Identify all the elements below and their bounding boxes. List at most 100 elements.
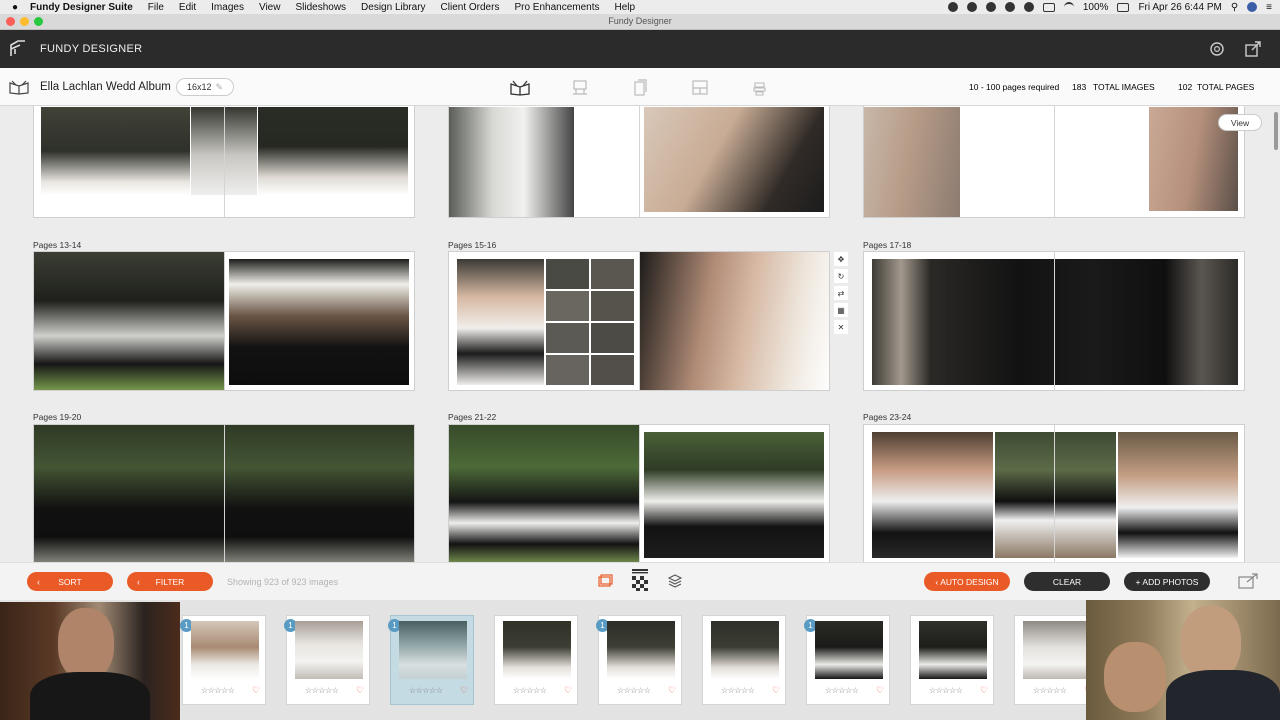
spread-photo[interactable] [546, 355, 589, 385]
sort-button[interactable]: ‹ SORT [27, 572, 113, 591]
filmstrip-thumbnail[interactable]: 1 ☆☆☆☆☆ ♡ [804, 615, 890, 705]
checker-grid-icon[interactable] [632, 569, 648, 591]
spread-pages-17-18[interactable] [863, 251, 1245, 391]
filmstrip-thumbnail-selected[interactable]: 1 ☆☆☆☆☆ ♡ [388, 615, 474, 705]
menu-edit[interactable]: Edit [179, 2, 196, 13]
spread-photo[interactable] [644, 107, 824, 212]
filmstrip-thumbnail[interactable]: 1 ☆☆☆☆☆ ♡ [596, 615, 682, 705]
menu-design-library[interactable]: Design Library [361, 2, 425, 13]
shuffle-icon[interactable]: ⇄ [834, 286, 848, 300]
star-rating[interactable]: ☆☆☆☆☆ [825, 686, 859, 695]
menu-help[interactable]: Help [615, 2, 636, 13]
spread-photo[interactable] [864, 107, 960, 217]
star-rating[interactable]: ☆☆☆☆☆ [305, 686, 339, 695]
export-icon[interactable] [1238, 573, 1258, 589]
apple-menu-icon[interactable]: ● [0, 2, 30, 13]
menu-view[interactable]: View [259, 2, 281, 13]
filmstrip-thumbnail[interactable]: ☆☆☆☆☆ ♡ [702, 615, 786, 705]
album-book-icon[interactable] [9, 79, 29, 95]
album-size-button[interactable]: 16x12 ✎ [176, 78, 234, 96]
user-avatar-icon[interactable] [1247, 2, 1258, 12]
heart-icon[interactable]: ♡ [668, 685, 676, 696]
record-icon[interactable] [1004, 2, 1015, 12]
battery-icon[interactable] [1117, 2, 1130, 12]
open-external-icon[interactable] [1244, 40, 1262, 58]
heart-icon[interactable]: ♡ [356, 685, 364, 696]
spread-photo[interactable] [640, 252, 829, 390]
filter-button[interactable]: ‹ FILTER [127, 572, 213, 591]
spread-pages-19-20[interactable] [33, 424, 415, 562]
menu-app-name[interactable]: Fundy Designer Suite [30, 2, 133, 13]
layout-icon[interactable] [690, 79, 710, 96]
spread-pages-15-16[interactable] [448, 251, 830, 391]
spread-pages-21-22[interactable] [448, 424, 830, 562]
star-rating[interactable]: ☆☆☆☆☆ [617, 686, 651, 695]
filmstrip-thumbnail[interactable]: ☆☆☆☆☆ ♡ [494, 615, 578, 705]
spread-photo[interactable] [995, 432, 1116, 558]
menu-images[interactable]: Images [211, 2, 244, 13]
album-view-icon[interactable] [510, 79, 530, 96]
spread-photo[interactable] [591, 291, 634, 321]
spreads-scrollbar[interactable] [1274, 112, 1278, 150]
spread-photo[interactable] [449, 425, 639, 562]
airplay-icon[interactable] [1042, 2, 1055, 12]
star-rating[interactable]: ☆☆☆☆☆ [201, 686, 235, 695]
menu-file[interactable]: File [148, 2, 164, 13]
spread-photo[interactable] [591, 259, 634, 289]
stack-icon[interactable] [750, 79, 770, 96]
spreads-grid[interactable]: View Pages 13-14 Pages 15-16 ✥ ↻ ⇄ ▦ ✕ P… [0, 106, 1280, 562]
menu-slideshows[interactable]: Slideshows [295, 2, 346, 13]
spread-photo[interactable] [34, 252, 224, 390]
star-rating[interactable]: ☆☆☆☆☆ [721, 686, 755, 695]
filmstrip-thumbnail[interactable]: 1 ☆☆☆☆☆ ♡ [180, 615, 266, 705]
spread-photo[interactable] [41, 107, 190, 195]
spread-pages-11-12b[interactable] [448, 106, 830, 218]
card-icon[interactable] [630, 79, 650, 96]
fundy-logo-icon[interactable] [8, 39, 28, 59]
clear-button[interactable]: CLEAR [1024, 572, 1110, 591]
album-name[interactable]: Ella Lachlan Wedd Album [40, 81, 171, 93]
spread-photo[interactable] [872, 259, 1238, 385]
spread-pages-23-24[interactable] [863, 424, 1245, 562]
skype-icon[interactable] [947, 2, 958, 12]
star-rating[interactable]: ☆☆☆☆☆ [513, 686, 547, 695]
move-icon[interactable]: ✥ [834, 252, 848, 266]
spread-pages-11-12c[interactable] [863, 106, 1245, 218]
layers-icon[interactable] [667, 573, 683, 589]
spread-photo[interactable] [449, 107, 574, 217]
auto-design-button[interactable]: ‹ AUTO DESIGN [924, 572, 1010, 591]
spotlight-search-icon[interactable]: ⚲ [1231, 2, 1238, 13]
creative-cloud-icon[interactable] [985, 2, 996, 12]
spread-pages-11-12[interactable] [33, 106, 415, 218]
spread-photo[interactable] [546, 259, 589, 289]
spread-photo[interactable] [229, 259, 409, 385]
filmstrip-thumbnail[interactable]: 1 ☆☆☆☆☆ ♡ [284, 615, 370, 705]
heart-icon[interactable]: ♡ [252, 685, 260, 696]
heart-icon[interactable]: ♡ [564, 685, 572, 696]
wifi-icon[interactable] [1063, 2, 1074, 12]
filmstrip-thumbnail[interactable]: ☆☆☆☆☆ ♡ [910, 615, 994, 705]
time-machine-icon[interactable] [1023, 2, 1034, 12]
grid-icon[interactable]: ▦ [834, 303, 848, 317]
heart-icon[interactable]: ♡ [772, 685, 780, 696]
spread-photo[interactable] [258, 107, 408, 195]
notification-center-icon[interactable]: ≡ [1266, 2, 1272, 13]
photo-stack-icon[interactable] [597, 573, 613, 589]
spread-photo[interactable] [644, 432, 824, 558]
spread-photo[interactable] [457, 259, 544, 385]
rotate-icon[interactable]: ↻ [834, 269, 848, 283]
spread-pages-13-14[interactable] [33, 251, 415, 391]
dropbox-icon[interactable] [966, 2, 977, 12]
heart-icon[interactable]: ♡ [876, 685, 884, 696]
menubar-clock[interactable]: Fri Apr 26 6:44 PM [1138, 2, 1221, 13]
star-rating[interactable]: ☆☆☆☆☆ [1033, 686, 1067, 695]
heart-icon[interactable]: ♡ [980, 685, 988, 696]
view-button[interactable]: View [1218, 114, 1262, 131]
menu-client-orders[interactable]: Client Orders [441, 2, 500, 13]
menu-pro-enhancements[interactable]: Pro Enhancements [514, 2, 599, 13]
heart-icon[interactable]: ♡ [460, 685, 468, 696]
spread-photo[interactable] [591, 323, 634, 353]
spread-photo[interactable] [546, 323, 589, 353]
star-rating[interactable]: ☆☆☆☆☆ [409, 686, 443, 695]
spread-photo[interactable] [872, 432, 993, 558]
